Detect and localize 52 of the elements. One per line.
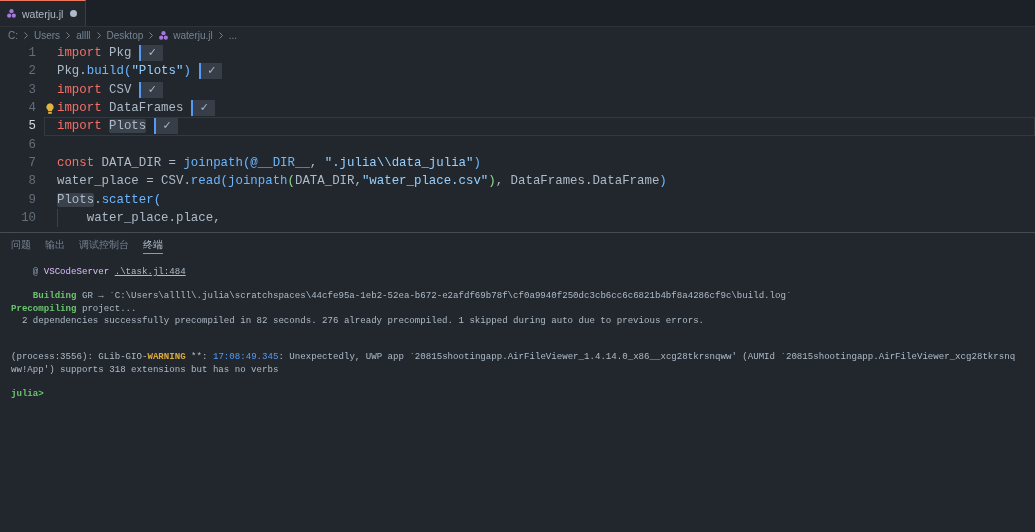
chevron-icon [218, 32, 223, 39]
chevron-icon [66, 32, 71, 39]
editor-tab[interactable]: waterju.jl [0, 0, 86, 26]
line-number: 3 [27, 81, 36, 99]
inline-result: ✓ [139, 81, 163, 98]
inline-result: ✓ [191, 100, 215, 117]
code-text: import DataFrames [57, 100, 184, 117]
inline-result: ✓ [139, 45, 163, 62]
three-circles-icon [7, 9, 16, 18]
word-highlight: Plots [57, 192, 95, 207]
code-text: const DATA_DIR = joinpath(@__DIR__, ".julia\\data_julia") [57, 154, 481, 172]
line-number: 10 [20, 209, 36, 227]
panel-tab[interactable]: 调试控制台 [79, 233, 129, 254]
terminal-line: ww!App') supports 318 extensions but has no verbs [11, 363, 279, 376]
line-number: 7 [27, 154, 36, 172]
breadcrumb-item[interactable]: Users [34, 30, 61, 41]
code-text: import CSV [57, 81, 132, 99]
breadcrumb-item[interactable]: allll [76, 30, 91, 41]
chevron-icon [24, 32, 28, 39]
terminal-line: julia> [11, 387, 44, 401]
line-number: 2 [27, 63, 36, 81]
terminal-line: Precompiling project... [11, 302, 137, 315]
terminal-line: 2 dependencies successfully precompiled in 82 seconds. 276 already precompiled. 1 skipped during auto due to previous errors. [21, 314, 705, 327]
panel-tab[interactable]: 输出 [45, 233, 65, 254]
code-text: water_place.place, [86, 209, 221, 227]
line-number: 1 [27, 45, 36, 62]
code-text: import Pkg [57, 45, 132, 62]
file-link[interactable]: .\task.jl:484 [114, 266, 186, 277]
panel-tab[interactable]: 终端 [143, 233, 163, 254]
line-number: 5 [27, 118, 36, 136]
breadcrumb-item[interactable]: ... [228, 30, 238, 41]
breadcrumb-item[interactable]: Desktop [106, 30, 144, 41]
line-number: 4 [27, 100, 36, 117]
line-number: 9 [27, 191, 36, 209]
breadcrumb-item[interactable]: waterju.jl [159, 30, 213, 41]
code-text: import Plots [57, 118, 147, 136]
breadcrumb-item[interactable]: C: [8, 30, 18, 41]
line-number: 8 [27, 173, 36, 191]
terminal-line: @ VSCodeServer .\task.jl:484 [32, 266, 186, 279]
terminal-line: (process:3556): GLib-GIO-WARNING **: 17:08:49.345: Unexpectedly, UWP app `20815shootingapp.AirFileViewer_1.4.14.0_x86__xcg28tkrsnqww' (AUMId `20815shootingapp.AirFileViewer_xcg28tkrsnq [11, 351, 1016, 364]
chevron-icon [149, 32, 154, 39]
chevron-icon [96, 32, 101, 39]
terminal-line: Building GR → `C:\Users\allll\.julia\scratchspaces\44cfe95a-1eb2-52ea-b672-e2afdf69b78f\cf0a9940f250dc3cb6cc6c6821b4bf8a4286cf9c\build.log` [32, 290, 792, 303]
panel-tab[interactable]: 问题 [11, 233, 31, 254]
word-highlight: Plots [109, 119, 147, 134]
code-text: Plots.scatter( [57, 191, 162, 209]
inline-result: ✓ [154, 118, 178, 135]
code-text: Pkg.build("Plots") [57, 63, 191, 81]
code-text: water_place = CSV.read(joinpath(DATA_DIR,"water_place.csv"), DataFrames.DataFrame) [57, 173, 667, 191]
three-circles-icon [159, 31, 169, 40]
inline-result: ✓ [198, 63, 223, 80]
line-number: 6 [27, 136, 36, 154]
